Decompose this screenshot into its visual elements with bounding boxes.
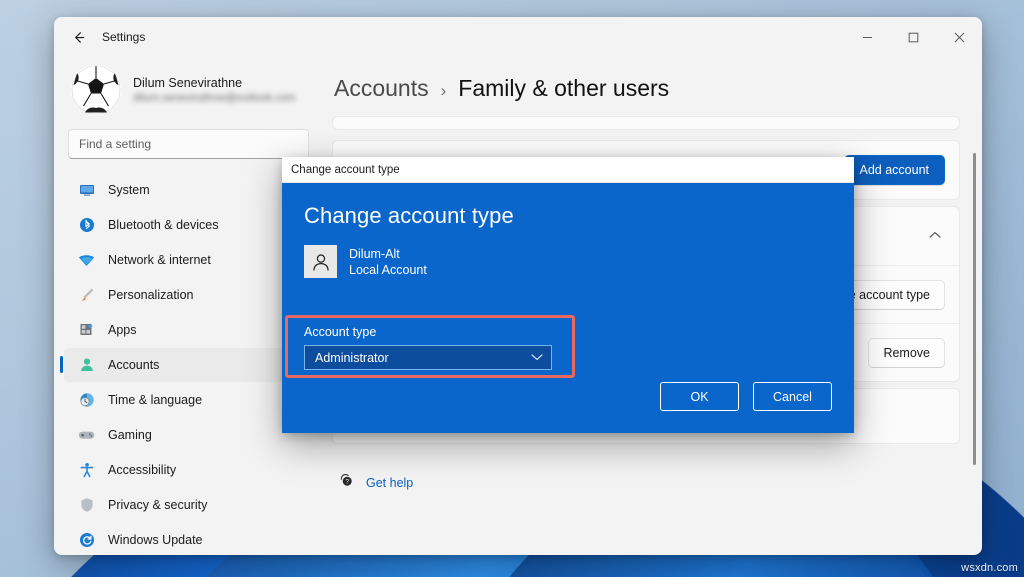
breadcrumb-leaf: Family & other users <box>458 75 669 102</box>
sidebar-item-label: Gaming <box>108 428 152 442</box>
sidebar-item-privacy-security[interactable]: Privacy & security <box>64 488 312 522</box>
dialog-user-kind: Local Account <box>349 263 427 277</box>
sidebar-item-apps[interactable]: Apps <box>64 313 312 347</box>
desktop-background: Settings <box>0 0 1024 577</box>
site-watermark: wsxdn.com <box>961 562 1018 574</box>
sidebar-item-label: Windows Update <box>108 533 203 547</box>
sidebar-item-accessibility[interactable]: Accessibility <box>64 453 312 487</box>
sidebar-item-personalization[interactable]: Personalization <box>64 278 312 312</box>
soccer-ball-avatar <box>71 65 121 115</box>
breadcrumb: Accounts › Family & other users <box>332 57 960 116</box>
sidebar-item-label: Accounts <box>108 358 159 372</box>
sidebar-item-label: Apps <box>108 323 137 337</box>
dialog-body: Change account type Dilum-Alt Local Acco… <box>282 183 854 433</box>
wifi-icon <box>78 252 95 269</box>
bluetooth-icon <box>78 217 95 234</box>
window-title: Settings <box>102 30 145 44</box>
dialog-user-text: Dilum-Alt Local Account <box>349 247 427 277</box>
get-help-row: ? Get help <box>332 450 960 493</box>
chevron-up-icon[interactable] <box>929 230 945 242</box>
profile-text: Dilum Senevirathne dilum.senevirathne@ou… <box>133 76 296 104</box>
close-icon[interactable] <box>936 17 982 57</box>
dialog-user-name: Dilum-Alt <box>349 247 427 261</box>
dialog-actions: OK Cancel <box>660 382 832 411</box>
profile-email: dilum.senevirathne@outlook.com <box>133 92 296 104</box>
svg-text:?: ? <box>345 479 349 486</box>
gamepad-icon <box>78 427 95 444</box>
sidebar-item-label: System <box>108 183 150 197</box>
breadcrumb-root[interactable]: Accounts <box>334 75 429 102</box>
ok-button[interactable]: OK <box>660 382 739 411</box>
dialog-heading: Change account type <box>304 203 824 229</box>
sidebar-item-label: Privacy & security <box>108 498 207 512</box>
user-profile[interactable]: Dilum Senevirathne dilum.senevirathne@ou… <box>64 57 312 129</box>
account-type-label: Account type <box>304 325 376 339</box>
paintbrush-icon <box>78 287 95 304</box>
sidebar-item-label: Bluetooth & devices <box>108 218 219 232</box>
sidebar-item-time-language[interactable]: Time & language <box>64 383 312 417</box>
search-input[interactable]: Find a setting <box>68 129 309 159</box>
user-avatar-icon <box>304 245 337 278</box>
person-icon <box>78 357 95 374</box>
account-type-dropdown[interactable]: Administrator <box>304 345 552 370</box>
search-wrapper: Find a setting <box>64 129 312 171</box>
accessibility-person-icon <box>78 462 95 479</box>
apps-grid-icon <box>78 322 95 339</box>
get-help-link[interactable]: Get help <box>366 476 413 490</box>
top-card-partial <box>332 116 960 130</box>
breadcrumb-separator-icon: › <box>441 81 447 101</box>
help-question-icon: ? <box>338 472 354 493</box>
monitor-icon <box>78 182 95 199</box>
dialog-user-block: Dilum-Alt Local Account <box>304 245 824 278</box>
dialog-titlebar: Change account type <box>282 157 854 183</box>
sidebar-item-accounts[interactable]: Accounts <box>64 348 312 382</box>
sidebar-item-gaming[interactable]: Gaming <box>64 418 312 452</box>
sidebar: Dilum Senevirathne dilum.senevirathne@ou… <box>54 57 320 555</box>
sidebar-item-label: Accessibility <box>108 463 176 477</box>
shield-icon <box>78 497 95 514</box>
profile-name: Dilum Senevirathne <box>133 76 296 90</box>
clock-globe-icon <box>78 392 95 409</box>
sidebar-item-label: Time & language <box>108 393 202 407</box>
sidebar-item-label: Personalization <box>108 288 193 302</box>
change-account-type-dialog: Change account type Change account type … <box>282 157 854 433</box>
window-controls <box>844 17 982 57</box>
account-type-selected-value: Administrator <box>315 351 389 365</box>
cancel-button[interactable]: Cancel <box>753 382 832 411</box>
maximize-icon[interactable] <box>890 17 936 57</box>
sidebar-item-bluetooth-devices[interactable]: Bluetooth & devices <box>64 208 312 242</box>
sidebar-item-system[interactable]: System <box>64 173 312 207</box>
back-arrow-icon[interactable] <box>62 21 94 53</box>
chevron-down-icon <box>531 352 543 364</box>
content-scrollbar[interactable] <box>973 153 976 465</box>
update-refresh-icon <box>78 532 95 549</box>
sidebar-item-network-internet[interactable]: Network & internet <box>64 243 312 277</box>
sidebar-nav: System Bluetooth & devices Network & int… <box>64 171 312 555</box>
sidebar-item-label: Network & internet <box>108 253 211 267</box>
window-titlebar: Settings <box>54 17 982 57</box>
settings-window: Settings <box>54 17 982 555</box>
minimize-icon[interactable] <box>844 17 890 57</box>
remove-button[interactable]: Remove <box>868 338 945 368</box>
add-account-button[interactable]: Add account <box>844 155 946 185</box>
sidebar-item-windows-update[interactable]: Windows Update <box>64 523 312 555</box>
